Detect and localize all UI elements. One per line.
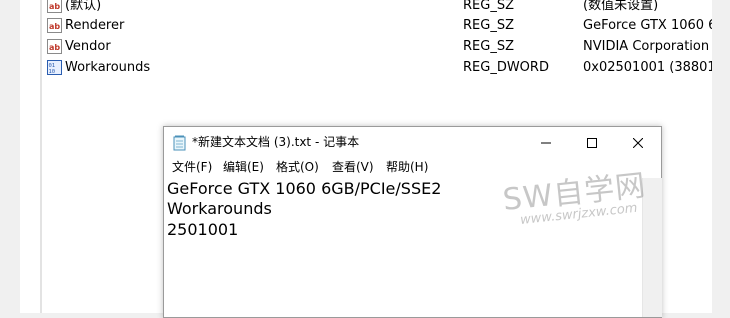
svg-text:ab: ab: [49, 22, 60, 31]
registry-value-row[interactable]: ab Renderer REG_SZ GeForce GTX 1060 6GB/…: [44, 15, 730, 36]
window-title: *新建文本文档 (3).txt - 记事本: [192, 135, 360, 149]
registry-value-row[interactable]: ab (默认) REG_SZ (数值未设置): [44, 0, 712, 16]
string-value-icon: ab: [47, 39, 62, 54]
pane-splitter[interactable]: [40, 0, 42, 313]
value-name: Vendor: [65, 39, 111, 54]
close-icon: [633, 137, 643, 148]
text-line: 2501001: [167, 220, 239, 239]
notepad-icon: [173, 135, 187, 151]
key-tree-pane[interactable]: [20, 0, 40, 313]
value-data: NVIDIA Corporation: [583, 39, 710, 54]
registry-value-row[interactable]: ab Vendor REG_SZ NVIDIA Corporation: [44, 36, 712, 57]
value-name: Workarounds: [65, 60, 151, 75]
vertical-scrollbar[interactable]: [712, 0, 730, 313]
watermark: SW自学网 www.swrjzxw.com: [501, 168, 665, 245]
minimize-icon: [541, 142, 551, 143]
window-edge: [0, 0, 20, 313]
menu-file[interactable]: 文件(F): [172, 160, 212, 175]
text-line: GeForce GTX 1060 6GB/PCIe/SSE2: [167, 179, 442, 198]
svg-text:10: 10: [49, 69, 56, 75]
registry-value-row[interactable]: 01 10 Workarounds REG_DWORD 0x02501001 (3…: [44, 57, 730, 78]
string-value-icon: ab: [47, 18, 62, 33]
value-data: GeForce GTX 1060 6GB/P: [583, 18, 730, 33]
value-name: Renderer: [65, 18, 125, 33]
text-line: Workarounds: [167, 199, 272, 218]
maximize-button[interactable]: [569, 127, 615, 158]
value-data: 0x02501001 (38801409): [583, 60, 730, 75]
value-type: REG_SZ: [463, 39, 514, 54]
title-bar[interactable]: *新建文本文档 (3).txt - 记事本: [164, 127, 661, 158]
svg-text:ab: ab: [49, 2, 60, 11]
menu-view[interactable]: 查看(V): [332, 160, 374, 175]
value-type: REG_SZ: [463, 18, 514, 33]
close-button[interactable]: [615, 127, 661, 158]
dword-value-icon: 01 10: [47, 60, 62, 75]
value-data: (数值未设置): [583, 0, 659, 13]
value-type: REG_SZ: [463, 0, 514, 13]
maximize-icon: [587, 137, 597, 148]
minimize-button[interactable]: [523, 127, 569, 158]
string-value-icon: ab: [47, 0, 62, 13]
menu-help[interactable]: 帮助(H): [386, 160, 428, 175]
svg-text:ab: ab: [49, 43, 60, 52]
value-name: (默认): [65, 0, 102, 13]
menu-edit[interactable]: 编辑(E): [223, 160, 264, 175]
value-type: REG_DWORD: [463, 60, 549, 75]
menu-format[interactable]: 格式(O): [276, 160, 319, 175]
